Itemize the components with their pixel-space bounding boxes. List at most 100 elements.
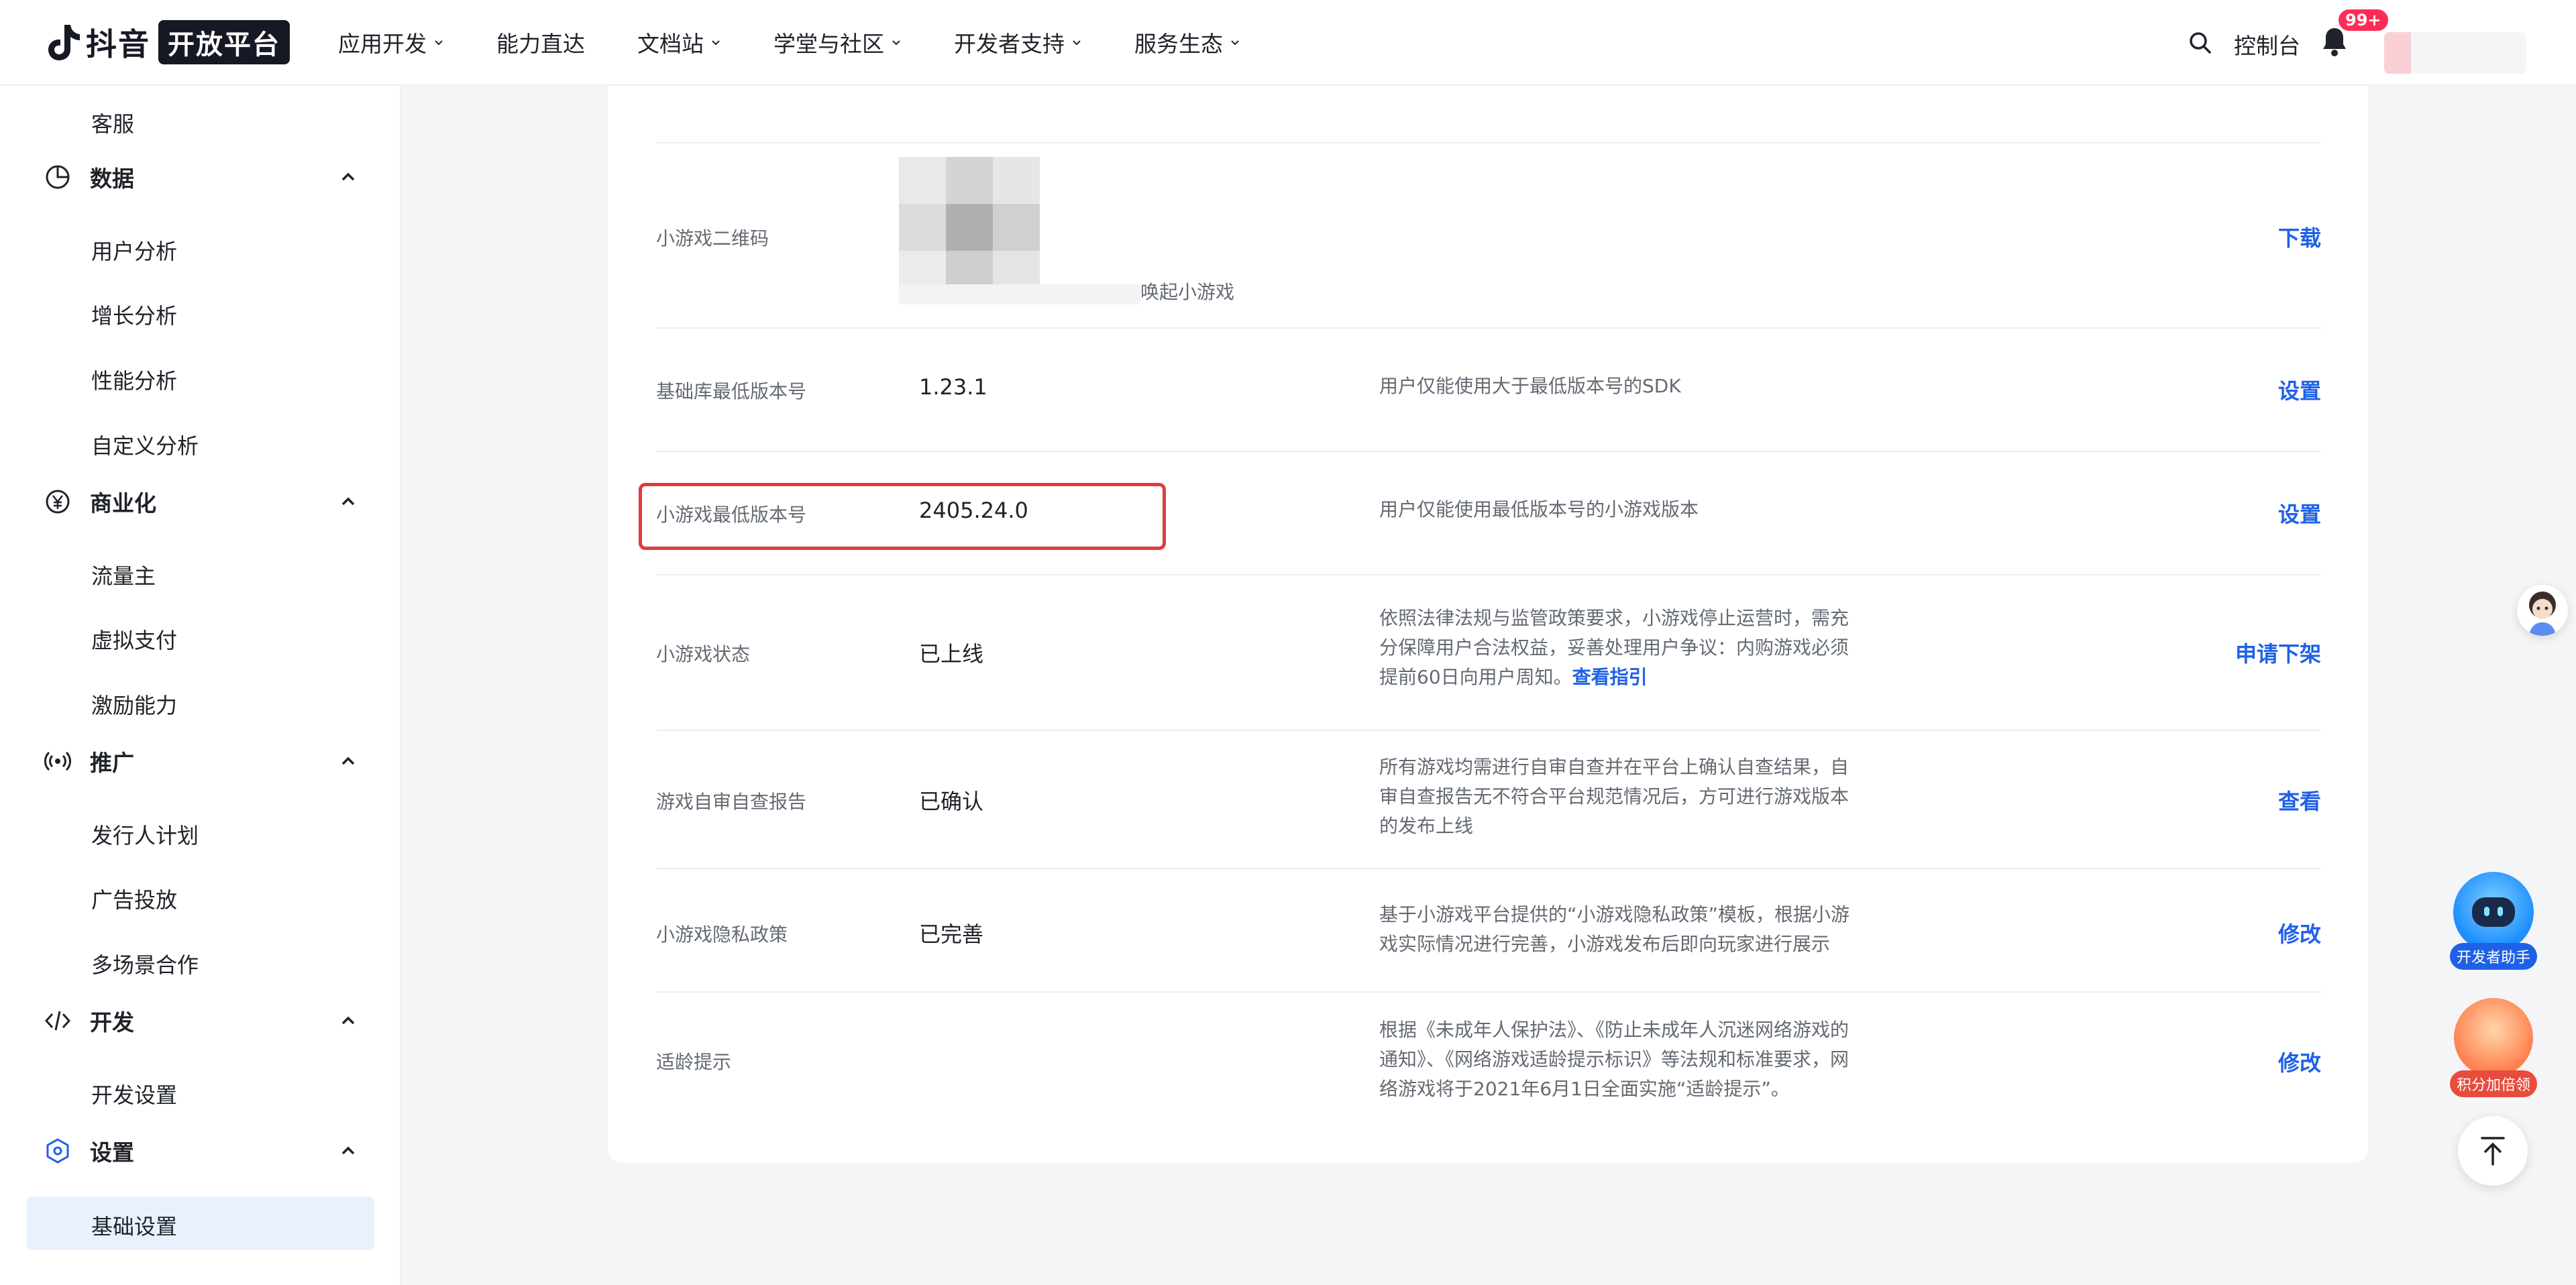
row-description: 所有游戏均需进行自审自查并在平台上确认自查结果，自审自查报告无不符合平台规范情况… <box>1379 756 1849 837</box>
edit-button[interactable]: 修改 <box>2278 917 2321 948</box>
row-label: 游戏自审自查报告 <box>656 791 807 813</box>
chevron-up-icon <box>341 172 355 181</box>
sidebar-group-label: 数据 <box>90 166 134 192</box>
nav-item-capabilities[interactable]: 能力直达 <box>496 26 585 58</box>
sidebar-item-growth-analysis[interactable]: 增长分析 <box>91 299 177 330</box>
row-label: 基础库最低版本号 <box>656 380 807 402</box>
search-icon[interactable] <box>2187 30 2214 56</box>
main-nav: 应用开发 能力直达 文档站 学堂与社区 开发者支持 服务生态 <box>338 0 1293 85</box>
back-to-top-button[interactable] <box>2458 1116 2528 1186</box>
sidebar-group-label: 设置 <box>90 1139 134 1166</box>
row-description: 用户仅能使用大于最低版本号的SDK <box>1379 375 1681 397</box>
sidebar-group-label: 开发 <box>90 1009 134 1036</box>
nav-label: 开发者支持 <box>954 31 1065 57</box>
sidebar-group-data[interactable]: 数据 <box>43 157 358 197</box>
row-value: 1.23.1 <box>919 374 987 400</box>
douyin-logo-icon <box>44 22 82 62</box>
pie-chart-icon <box>43 162 72 192</box>
row-value: 已完善 <box>919 921 984 947</box>
sidebar-item-traffic-owner[interactable]: 流量主 <box>91 559 156 590</box>
sidebar-group-label: 商业化 <box>90 490 156 516</box>
nav-item-app-dev[interactable]: 应用开发 <box>338 26 444 58</box>
developer-assistant[interactable]: 开发者助手 <box>2450 872 2537 970</box>
hexagon-settings-icon <box>43 1136 72 1166</box>
qr-caption-blur <box>899 284 1140 304</box>
sidebar-item-multi-scene[interactable]: 多场景合作 <box>91 948 199 979</box>
settings-row-privacy-policy: 小游戏隐私政策 已完善 基于小游戏平台提供的“小游戏隐私政策”模板，根据小游戏实… <box>656 869 2321 993</box>
download-button[interactable]: 下载 <box>2278 221 2321 252</box>
robot-icon <box>2453 872 2534 952</box>
nav-label: 学堂与社区 <box>773 31 884 57</box>
nav-label: 应用开发 <box>338 31 427 57</box>
logo-badge: 开放平台 <box>158 20 290 64</box>
chevron-up-icon <box>341 1016 355 1025</box>
sidebar-item-publisher-plan[interactable]: 发行人计划 <box>91 819 199 850</box>
chevron-down-icon <box>1231 40 1239 46</box>
support-avatar[interactable] <box>2517 585 2568 636</box>
settings-card: 小游戏二维码 下载 基础库最低版本号 1.23.1 用户仅能使用大于最低版本号的… <box>608 86 2368 1163</box>
row-label: 适龄提示 <box>656 1051 732 1073</box>
logo-text: 抖音 <box>86 26 150 62</box>
view-button[interactable]: 查看 <box>2278 785 2321 816</box>
chevron-up-icon <box>341 757 355 765</box>
row-description: 依照法律法规与监管政策要求，小游戏停止运营时，需充分保障用户合法权益，妥善处理用… <box>1379 604 1862 692</box>
sidebar-group-settings[interactable]: 设置 <box>43 1131 358 1171</box>
row-description: 基于小游戏平台提供的“小游戏隐私政策”模板，根据小游戏实际情况进行完善，小游戏发… <box>1379 903 1850 955</box>
nav-item-ecosystem[interactable]: 服务生态 <box>1134 26 1240 58</box>
qr-caption: 唤起小游戏 <box>1140 281 1235 303</box>
nav-label: 文档站 <box>637 31 704 57</box>
chevron-up-icon <box>341 1146 355 1155</box>
chevron-down-icon <box>435 40 443 46</box>
logo[interactable]: 抖音 开放平台 <box>44 0 290 85</box>
row-description: 根据《未成年人保护法》、《防止未成年人沉迷网络游戏的通知》、《网络游戏适龄提示标… <box>1379 1019 1849 1100</box>
sidebar-item-basic-settings[interactable]: 基础设置 <box>27 1196 374 1250</box>
yen-icon <box>43 487 72 516</box>
row-label: 小游戏隐私政策 <box>656 924 788 946</box>
chevron-down-icon <box>892 40 900 46</box>
sidebar-item-ad-placement[interactable]: 广告投放 <box>91 883 177 914</box>
settings-row-age-rating: 适龄提示 根据《未成年人保护法》、《防止未成年人沉迷网络游戏的通知》、《网络游戏… <box>656 993 2321 1127</box>
top-header: 抖音 开放平台 应用开发 能力直达 文档站 学堂与社区 开发者支持 服务生态 控… <box>0 0 2576 86</box>
gift-icon <box>2454 998 2533 1077</box>
points-label: 积分加倍领 <box>2450 1070 2537 1097</box>
bell-icon[interactable] <box>2320 25 2349 58</box>
sidebar-group-development[interactable]: 开发 <box>43 1001 358 1041</box>
console-link[interactable]: 控制台 <box>2234 28 2300 60</box>
sidebar-item-user-analysis[interactable]: 用户分析 <box>91 235 177 266</box>
points-promo[interactable]: 积分加倍领 <box>2450 998 2537 1097</box>
avatar[interactable] <box>2384 32 2526 74</box>
sidebar: 客服 数据 用户分析 增长分析 性能分析 自定义分析 商业化 流量主 虚拟支付 … <box>0 86 401 1285</box>
settings-row-sdk-min-version: 基础库最低版本号 1.23.1 用户仅能使用大于最低版本号的SDK 设置 <box>656 329 2321 452</box>
set-button[interactable]: 设置 <box>2278 374 2321 405</box>
chevron-up-icon <box>341 497 355 506</box>
sidebar-item-virtual-payment[interactable]: 虚拟支付 <box>91 624 177 655</box>
sidebar-item-incentive[interactable]: 激励能力 <box>91 689 177 720</box>
set-button[interactable]: 设置 <box>2278 498 2321 528</box>
sidebar-item-label: 基础设置 <box>91 1214 178 1239</box>
nav-item-docs[interactable]: 文档站 <box>637 26 721 58</box>
highlight-box <box>639 483 1166 550</box>
sidebar-group-label: 推广 <box>90 750 134 776</box>
nav-label: 服务生态 <box>1134 31 1223 57</box>
sidebar-item-customer-service[interactable]: 客服 <box>91 107 134 138</box>
sidebar-item-dev-settings[interactable]: 开发设置 <box>91 1078 177 1109</box>
nav-item-support[interactable]: 开发者支持 <box>954 26 1082 58</box>
qr-code-image <box>899 157 1041 299</box>
sidebar-item-performance-analysis[interactable]: 性能分析 <box>91 364 177 395</box>
view-guide-link[interactable]: 查看指引 <box>1572 666 1648 688</box>
notification-badge: 99+ <box>2339 9 2388 31</box>
nav-item-community[interactable]: 学堂与社区 <box>773 26 902 58</box>
sidebar-group-promotion[interactable]: 推广 <box>43 741 358 781</box>
row-value: 已确认 <box>919 789 984 814</box>
sidebar-group-monetization[interactable]: 商业化 <box>43 482 358 522</box>
request-delist-button[interactable]: 申请下架 <box>2235 637 2321 668</box>
row-label: 小游戏二维码 <box>656 227 769 249</box>
edit-button[interactable]: 修改 <box>2278 1046 2321 1077</box>
broadcast-icon <box>43 746 72 776</box>
nav-label: 能力直达 <box>496 31 585 57</box>
settings-row-self-review: 游戏自审自查报告 已确认 所有游戏均需进行自审自查并在平台上确认自查结果，自审自… <box>656 731 2321 869</box>
sidebar-item-custom-analysis[interactable]: 自定义分析 <box>91 429 199 460</box>
assistant-label: 开发者助手 <box>2450 943 2537 970</box>
row-label: 小游戏状态 <box>656 643 751 665</box>
settings-row-clipped <box>656 86 2321 144</box>
